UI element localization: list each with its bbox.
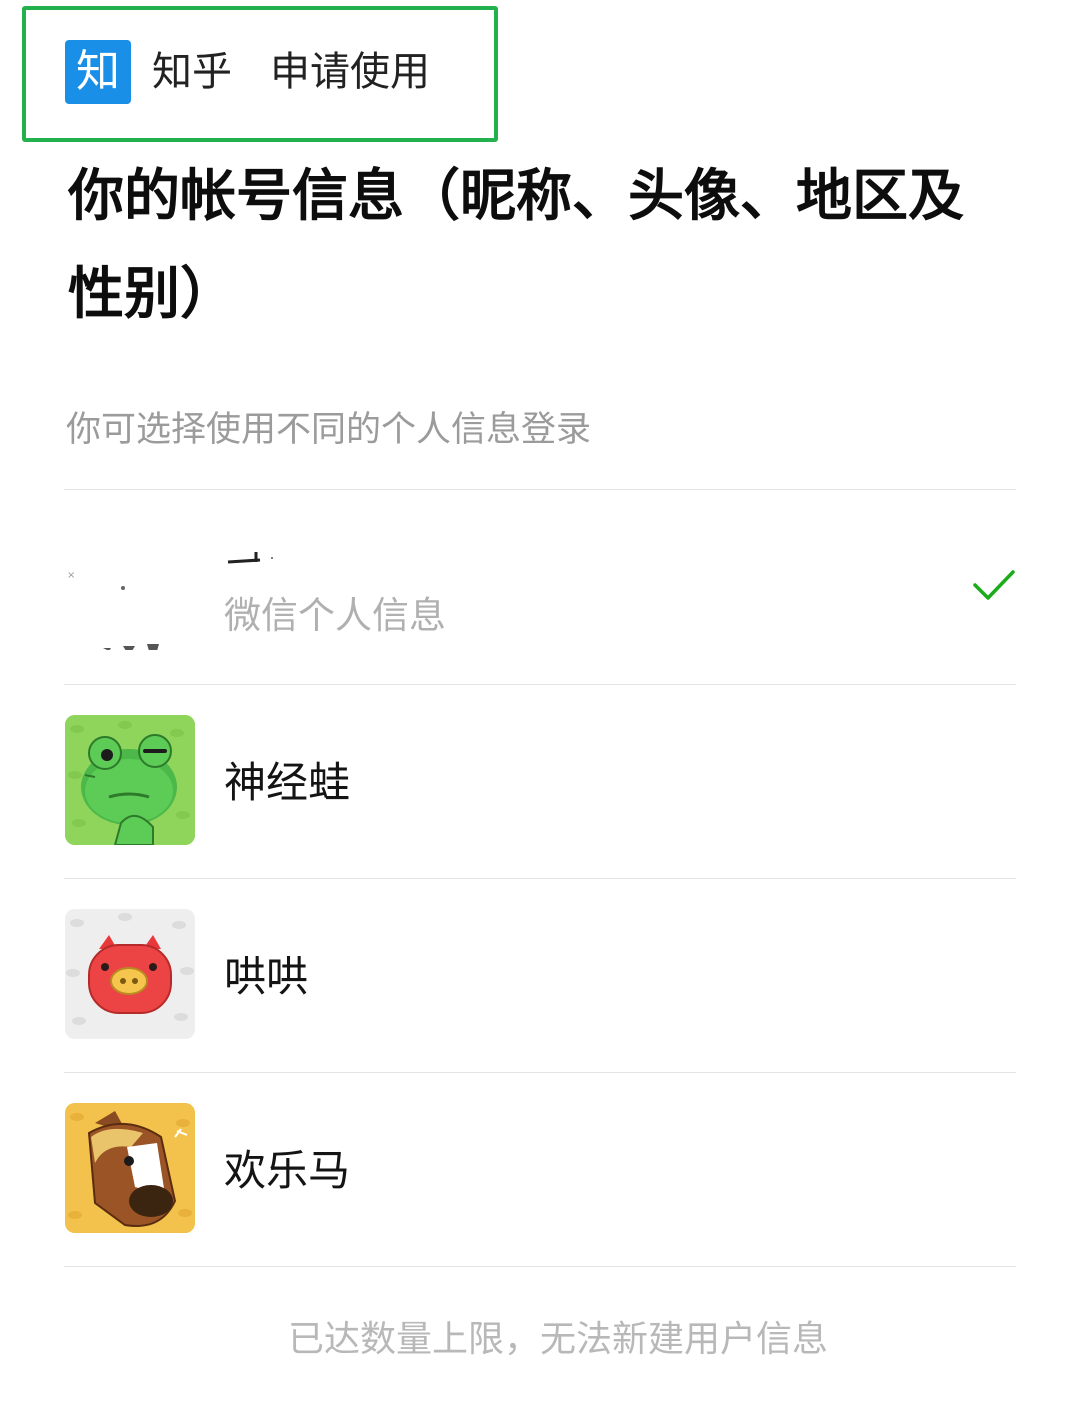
page-title: 你的帐号信息（昵称、头像、地区及性别）: [68, 164, 964, 327]
profile-sublabel: 微信个人信息: [224, 594, 446, 637]
limit-reached-note: 已达数量上限，无法新建用户信息: [287, 1319, 828, 1360]
profile-option-horse[interactable]: 欢乐马: [64, 1073, 1016, 1267]
svg-text:×: ×: [67, 570, 75, 581]
profile-option-wechat[interactable]: × 微信个人信息: [64, 490, 1016, 684]
check-icon: [973, 570, 1015, 600]
profile-name: 神经蛙: [224, 758, 351, 807]
app-name: 知乎: [152, 49, 232, 95]
profile-option-frog[interactable]: 神经蛙: [64, 685, 1016, 879]
profile-name: 欢乐马: [224, 1146, 351, 1195]
horse-avatar-icon: [65, 1103, 195, 1233]
profile-option-pig[interactable]: 哄哄: [64, 879, 1016, 1073]
zhihu-logo-icon: 知: [65, 40, 131, 104]
pig-avatar-icon: [65, 909, 195, 1039]
profile-name-blur: [227, 552, 273, 564]
wechat-avatar-icon: ×: [65, 520, 195, 650]
app-request-text: 申请使用: [270, 49, 430, 95]
profile-name: 哄哄: [224, 952, 309, 1001]
frog-avatar-icon: [65, 715, 195, 845]
divider: [64, 1266, 1016, 1267]
page-subtitle: 你可选择使用不同的个人信息登录: [66, 410, 592, 450]
